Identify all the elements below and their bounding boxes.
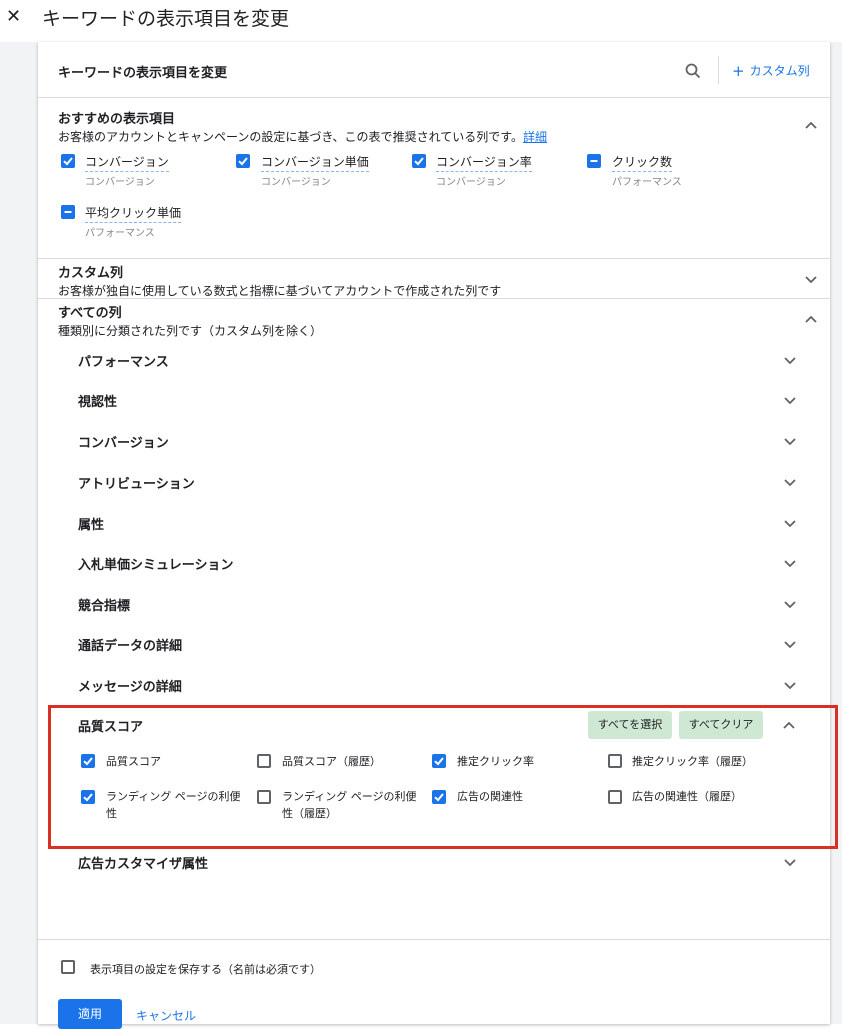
recommended-description: お客様のアカウントとキャンペーンの設定に基づき、この表で推奨されている列です。詳…	[58, 128, 547, 145]
chevron-down-icon[interactable]	[783, 556, 797, 570]
chevron-down-icon[interactable]	[804, 272, 818, 286]
all-columns-description: 種類別に分類された列です（カスタム列を除く）	[58, 324, 323, 338]
chevron-down-icon[interactable]	[783, 434, 797, 448]
checkbox-unchecked[interactable]	[608, 790, 622, 804]
divider	[38, 97, 830, 98]
chevron-up-icon[interactable]	[804, 118, 818, 132]
recommended-item-category: パフォーマンス	[612, 177, 682, 188]
checkbox-unchecked[interactable]	[257, 790, 271, 804]
panel-title: キーワードの表示項目を変更	[58, 66, 228, 81]
checkbox-checked[interactable]	[236, 154, 250, 168]
checkbox-indeterminate[interactable]	[61, 205, 75, 219]
category-call-details[interactable]: 通話データの詳細	[78, 635, 182, 654]
chevron-up-icon[interactable]	[804, 312, 818, 326]
quality-score-item-label: 広告の関連性（履歴）	[632, 790, 742, 803]
recommended-title: おすすめの表示項目	[58, 112, 176, 127]
quality-score-item-label: 推定クリック率	[457, 755, 534, 768]
chevron-up-icon[interactable]	[782, 718, 796, 732]
checkbox-checked[interactable]	[81, 754, 95, 768]
quality-score-item-label: ランディング ページの利便性（履歴）	[282, 790, 417, 820]
checkbox-indeterminate[interactable]	[587, 154, 601, 168]
custom-columns-description: お客様が独自に使用している数式と指標に基づいてアカウントで作成された列です	[58, 284, 502, 298]
cancel-button[interactable]: キャンセル	[136, 1007, 196, 1024]
right-gutter	[830, 42, 842, 1024]
recommended-description-text: お客様のアカウントとキャンペーンの設定に基づき、この表で推奨されている列です。	[58, 130, 524, 144]
chevron-down-icon[interactable]	[783, 393, 797, 407]
divider	[38, 258, 830, 259]
left-gutter	[0, 42, 38, 1024]
all-columns-title: すべての列	[58, 306, 122, 321]
checkbox-checked[interactable]	[61, 154, 75, 168]
category-bid-simulator[interactable]: 入札単価シミュレーション	[78, 554, 233, 573]
checkbox-unchecked[interactable]	[61, 960, 75, 974]
chevron-down-icon[interactable]	[783, 855, 797, 869]
recommended-item-category: コンバージョン	[85, 177, 155, 188]
chevron-down-icon[interactable]	[783, 597, 797, 611]
chevron-down-icon[interactable]	[783, 353, 797, 367]
category-viewability[interactable]: 視認性	[78, 391, 117, 410]
category-message-details[interactable]: メッセージの詳細	[78, 676, 182, 695]
recommended-item-label: コンバージョン	[85, 153, 169, 172]
page-title: キーワードの表示項目を変更	[42, 8, 290, 30]
quality-score-item-label: ランディング ページの利便性	[106, 790, 241, 820]
category-competitive-metrics[interactable]: 競合指標	[78, 595, 130, 614]
checkbox-unchecked[interactable]	[257, 754, 271, 768]
top-bar: ✕ キーワードの表示項目を変更	[0, 0, 842, 42]
add-custom-column-label: カスタム列	[749, 64, 810, 78]
recommended-item-label: コンバージョン単価	[261, 153, 369, 172]
category-ad-customizer-attributes[interactable]: 広告カスタマイザ属性	[78, 853, 208, 872]
quality-score-item-label: 広告の関連性	[457, 790, 523, 803]
custom-columns-title: カスタム列	[58, 266, 124, 281]
checkbox-checked[interactable]	[432, 754, 446, 768]
search-icon[interactable]	[684, 62, 702, 80]
save-settings-label: 表示項目の設定を保存する（名前は必須です）	[90, 963, 321, 976]
recommended-item-category: コンバージョン	[436, 177, 506, 188]
checkbox-checked[interactable]	[81, 790, 95, 804]
select-all-button[interactable]: すべてを選択	[588, 711, 672, 739]
divider	[38, 298, 830, 299]
checkbox-unchecked[interactable]	[608, 754, 622, 768]
category-conversions[interactable]: コンバージョン	[78, 432, 169, 451]
recommended-item-category: コンバージョン	[261, 177, 331, 188]
recommended-item-label: クリック数	[612, 153, 673, 172]
close-icon[interactable]: ✕	[6, 6, 21, 27]
clear-all-button[interactable]: すべてクリア	[679, 711, 763, 739]
add-custom-column-button[interactable]: + カスタム列	[732, 62, 810, 80]
category-attribution[interactable]: アトリビューション	[78, 473, 195, 492]
recommended-item-category: パフォーマンス	[85, 228, 155, 239]
category-attributes[interactable]: 属性	[78, 514, 104, 533]
checkbox-checked[interactable]	[432, 790, 446, 804]
divider	[38, 939, 830, 940]
quality-score-item-label: 品質スコア（履歴）	[282, 755, 381, 768]
header-divider	[718, 56, 719, 84]
chevron-down-icon[interactable]	[783, 516, 797, 530]
quality-score-item-label: 品質スコア	[106, 755, 161, 768]
recommended-item-label: コンバージョン率	[436, 153, 532, 172]
recommended-item-label: 平均クリック単価	[85, 204, 182, 223]
chevron-down-icon[interactable]	[783, 475, 797, 489]
plus-icon: +	[732, 62, 745, 80]
apply-button[interactable]: 適用	[58, 999, 122, 1029]
chevron-down-icon[interactable]	[783, 678, 797, 692]
checkbox-checked[interactable]	[412, 154, 426, 168]
details-link[interactable]: 詳細	[523, 130, 547, 144]
column-editor-panel: キーワードの表示項目を変更 + カスタム列 おすすめの表示項目 お客様のアカウント…	[38, 42, 838, 1029]
category-performance[interactable]: パフォーマンス	[78, 351, 169, 370]
quality-score-item-label: 推定クリック率（履歴）	[632, 755, 753, 768]
category-quality-score[interactable]: 品質スコア	[78, 716, 143, 735]
chevron-down-icon[interactable]	[783, 637, 797, 651]
